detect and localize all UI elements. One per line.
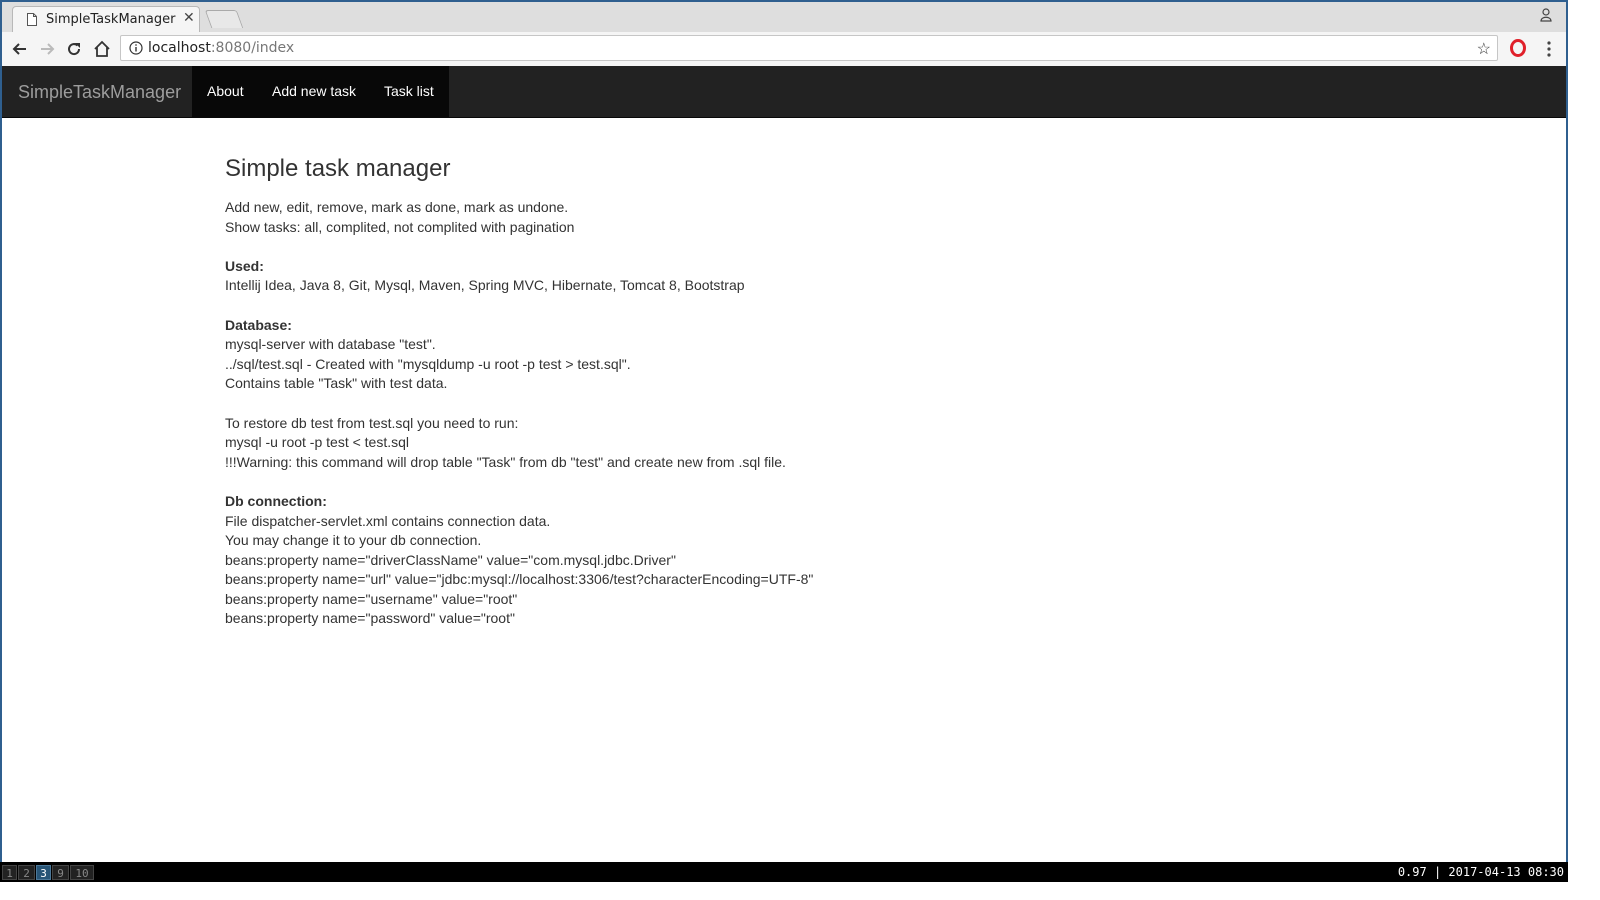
tab-title: SimpleTaskManager [46,12,176,27]
navbar-brand[interactable]: SimpleTaskManager [18,82,181,103]
profile-icon[interactable] [1540,8,1552,22]
intro-line-1: Add new, edit, remove, mark as done, mar… [225,199,569,215]
opera-extension-icon[interactable] [1510,39,1526,57]
browser-tab[interactable]: SimpleTaskManager ✕ [12,6,200,32]
workspace-2[interactable]: 2 [18,865,35,880]
workspace-9[interactable]: 9 [52,865,69,880]
url-host: localhost [148,40,211,56]
db-connection-heading: Db connection: [225,492,327,509]
main-content: Simple task manager Add new, edit, remov… [225,150,1125,629]
database-line-2: ../sql/test.sql - Created with "mysqldum… [225,355,631,372]
browser-toolbar: localhost:8080/index ☆ [2,32,1566,67]
restore-line-2: mysql -u root -p test < test.sql [225,434,410,451]
db-line-4: beans:property name="url" value="jdbc:my… [225,571,814,588]
info-icon[interactable] [129,41,143,55]
system-taskbar: 1 2 3 9 10 0.97 | 2017-04-13 08:30 [0,862,1568,882]
restore-line-1: To restore db test from test.sql you nee… [225,414,519,431]
intro-line-2: Show tasks: all, complited, not complite… [225,218,575,235]
db-line-6: beans:property name="password" value="ro… [225,610,515,627]
nav-task-list[interactable]: Task list [369,66,449,117]
browser-window: SimpleTaskManager ✕ localhost:8080/index… [0,0,1568,862]
reload-icon[interactable] [64,39,84,59]
window-frame-left [0,0,2,862]
database-line-1: mysql-server with database "test". [225,336,436,353]
new-tab-button[interactable] [204,10,244,28]
db-line-5: beans:property name="username" value="ro… [225,590,518,607]
home-icon[interactable] [92,39,112,59]
restore-line-3: !!!Warning: this command will drop table… [225,453,786,470]
workspace-3[interactable]: 3 [36,865,51,880]
database-line-3: Contains table "Task" with test data. [225,375,448,392]
nav-about[interactable]: About [192,66,259,117]
db-line-1: File dispatcher-servlet.xml contains con… [225,512,551,529]
status-text: 0.97 | 2017-04-13 08:30 [1397,865,1564,879]
bookmark-star-icon[interactable]: ☆ [1477,39,1491,59]
back-icon[interactable] [10,39,30,59]
page-icon [27,13,37,26]
db-line-3: beans:property name="driverClassName" va… [225,551,676,568]
address-bar[interactable]: localhost:8080/index ☆ [120,35,1498,61]
window-frame-right [1566,0,1568,862]
used-heading: Used: [225,257,264,274]
page-title: Simple task manager [225,155,451,182]
url-path: :8080/index [210,40,295,56]
menu-icon[interactable] [1542,39,1556,59]
db-line-2: You may change it to your db connection. [225,532,482,549]
tab-strip: SimpleTaskManager ✕ [2,2,1566,32]
forward-icon[interactable] [37,39,57,59]
used-text: Intellij Idea, Java 8, Git, Mysql, Maven… [225,277,745,294]
nav-add-new-task[interactable]: Add new task [257,66,372,117]
database-heading: Database: [225,316,292,333]
url-text: localhost:8080/index [148,40,294,56]
workspace-1[interactable]: 1 [2,865,17,880]
workspace-10[interactable]: 10 [70,865,94,880]
site-navbar: SimpleTaskManager About Add new task Tas… [2,66,1566,118]
close-icon[interactable]: ✕ [183,10,195,26]
